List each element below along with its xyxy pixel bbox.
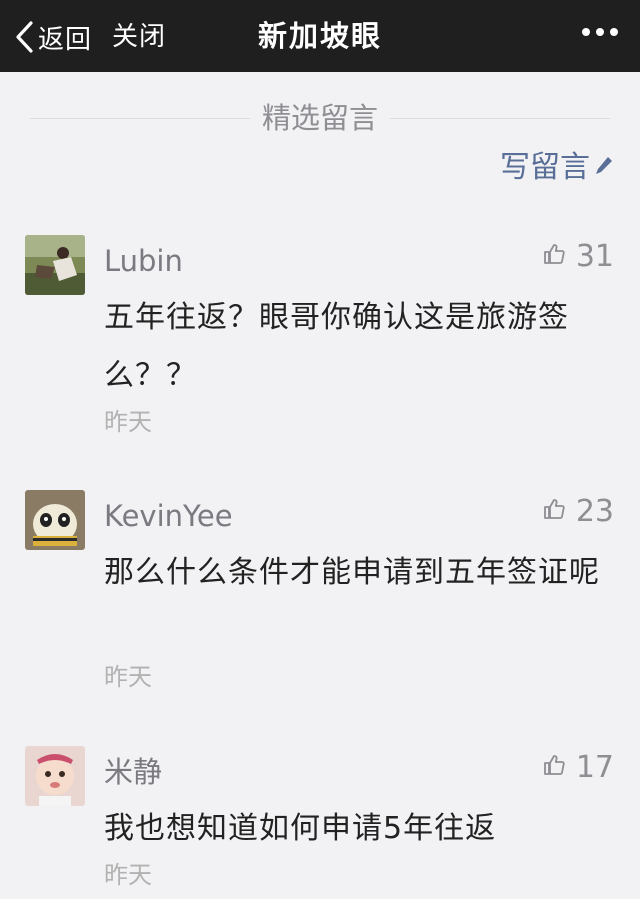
comment-time: 昨天 xyxy=(104,861,152,889)
more-dots-icon xyxy=(582,28,590,36)
comment-content: 五年往返？眼哥你确认这是旅游签么？？ xyxy=(104,300,569,393)
write-comment-label: 写留言 xyxy=(500,150,590,185)
avatar[interactable] xyxy=(25,490,85,550)
avatar[interactable] xyxy=(25,235,85,295)
comment-time: 昨天 xyxy=(104,408,152,436)
avatar[interactable] xyxy=(25,746,85,806)
page-title: 新加坡眼 xyxy=(257,19,382,53)
write-comment-button[interactable]: 写留言 xyxy=(500,148,614,188)
top-navigation-bar: 返回 关闭 新加坡眼 xyxy=(0,0,640,72)
thumbs-up-icon xyxy=(542,237,576,277)
pencil-icon xyxy=(590,148,614,188)
like-count: 31 xyxy=(575,239,614,274)
like-count: 17 xyxy=(575,750,614,785)
like-button[interactable]: 23 xyxy=(542,492,614,532)
more-button[interactable] xyxy=(582,28,618,36)
comment-nickname[interactable]: Lubin xyxy=(104,241,183,281)
featured-comments-label: 精选留言 xyxy=(249,98,391,138)
comment-item: Lubin 31 五年往返？眼哥你确认这是旅游签么？？ 昨天 xyxy=(0,235,640,445)
comment-item: KevinYee 23 那么什么条件才能申请到五年签证呢 昨天 xyxy=(0,490,640,700)
featured-comments-header: 精选留言 xyxy=(30,98,610,138)
comment-nickname[interactable]: KevinYee xyxy=(104,496,233,536)
like-button[interactable]: 31 xyxy=(542,237,614,277)
like-button[interactable]: 17 xyxy=(542,748,614,788)
comment-content: 那么什么条件才能申请到五年签证呢 xyxy=(104,555,600,590)
thumbs-up-icon xyxy=(542,748,576,788)
like-count: 23 xyxy=(575,494,614,529)
comment-item: 米静 17 我也想知道如何申请5年往返 昨天 xyxy=(0,746,640,896)
thumbs-up-icon xyxy=(542,492,576,532)
comment-nickname[interactable]: 米静 xyxy=(104,752,162,792)
comment-time: 昨天 xyxy=(104,663,152,691)
comment-content: 我也想知道如何申请5年往返 xyxy=(104,811,497,846)
